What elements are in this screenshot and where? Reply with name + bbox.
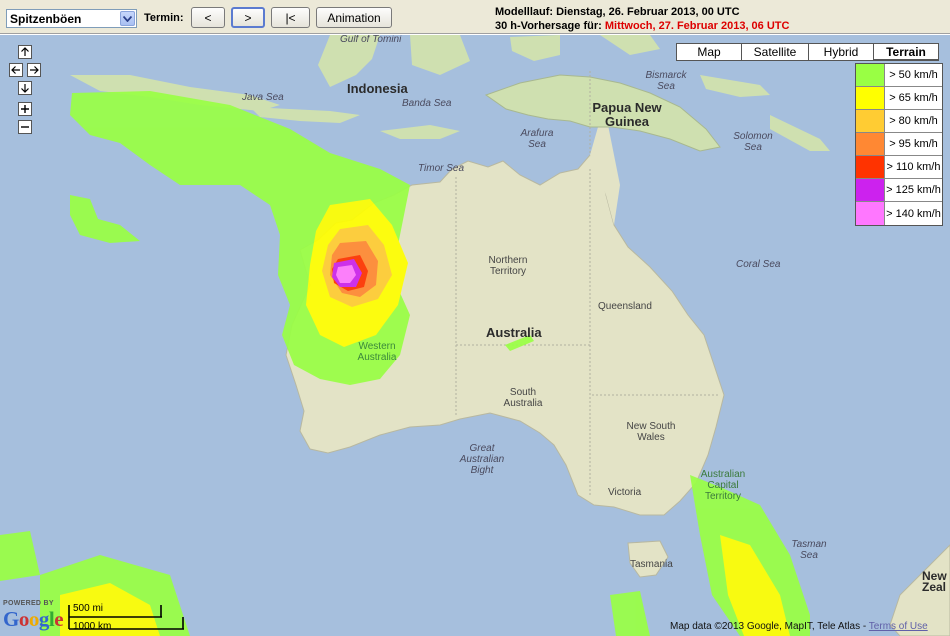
map-type-hybrid[interactable]: Hybrid (808, 43, 874, 61)
legend-label: > 125 km/h (886, 184, 941, 196)
label-timor-sea: Timor Sea (418, 163, 465, 174)
label-java-sea: Java Sea (242, 92, 284, 103)
google-logo[interactable]: POWERED BY Google (3, 600, 67, 630)
scale-km: 1000 km (73, 621, 112, 632)
label-banda-sea: Banda Sea (402, 98, 452, 109)
minus-icon (21, 126, 29, 128)
first-button[interactable]: |< (271, 7, 310, 28)
map-attribution: Map data ©2013 Google, MapIT, Tele Atlas… (670, 621, 928, 632)
arrow-down-icon (21, 84, 29, 93)
map-type-satellite[interactable]: Satellite (741, 43, 809, 61)
legend-row: > 80 km/h (856, 110, 942, 133)
label-bismarck-sea: Bismarck Sea (645, 70, 687, 92)
attribution-text: Map data ©2013 Google, MapIT, Tele Atlas… (670, 621, 869, 632)
legend-label: > 80 km/h (889, 115, 938, 127)
legend-swatch (856, 202, 885, 225)
forecast-line: 30 h-Vorhersage für: Mittwoch, 27. Febru… (495, 19, 789, 33)
label-western-australia: Western Australia (357, 341, 397, 363)
legend-row: > 95 km/h (856, 133, 942, 156)
zoom-out-button[interactable] (18, 120, 32, 134)
legend-label: > 140 km/h (886, 207, 941, 220)
arrow-left-icon (11, 66, 20, 74)
pan-down-button[interactable] (18, 81, 32, 95)
label-northern-territory: Northern Territory (488, 255, 528, 277)
parameter-select[interactable]: Spitzenböen (6, 9, 137, 28)
zoom-in-button[interactable] (18, 102, 32, 116)
label-australia: Australia (486, 325, 542, 340)
label-queensland: Queensland (598, 301, 652, 312)
pan-left-button[interactable] (9, 63, 23, 77)
label-act: Australian Capital Territory (700, 469, 746, 502)
label-arafura-sea: Arafura Sea (520, 128, 554, 150)
chevron-down-icon[interactable] (120, 11, 135, 26)
model-info: Modelllauf: Dienstag, 26. Februar 2013, … (495, 5, 789, 33)
wind-gust-legend: > 50 km/h > 65 km/h > 80 km/h > 95 km/h … (855, 63, 943, 226)
scale-bar: 500 mi 1000 km (68, 601, 188, 632)
label-solomon-sea: Solomon Sea (733, 131, 773, 153)
next-button[interactable]: > (231, 7, 265, 28)
legend-swatch (856, 179, 885, 201)
pan-up-button[interactable] (18, 45, 32, 59)
plus-icon (21, 105, 29, 113)
label-new-zealand: New Zeal (922, 571, 947, 593)
legend-label: > 95 km/h (889, 138, 938, 150)
scale-miles: 500 mi (73, 603, 104, 614)
legend-swatch (856, 133, 885, 155)
legend-label: > 65 km/h (889, 92, 938, 104)
map-type-terrain[interactable]: Terrain (873, 43, 939, 61)
forecast-prefix: 30 h-Vorhersage für: (495, 20, 602, 32)
label-great-australian-bight: Great Australian Bight (459, 443, 505, 476)
termin-label: Termin: (144, 12, 184, 24)
legend-swatch (856, 110, 885, 132)
label-papua-new-guinea: Papua New Guinea (592, 100, 662, 129)
label-new-south-wales: New South Wales (626, 421, 676, 443)
legend-row: > 50 km/h (856, 64, 942, 87)
animation-button[interactable]: Animation (316, 7, 392, 28)
label-tasmania: Tasmania (630, 559, 673, 570)
label-indonesia: Indonesia (347, 81, 408, 96)
forecast-date: Mittwoch, 27. Februar 2013, 06 UTC (604, 20, 790, 32)
legend-swatch (856, 64, 885, 86)
legend-row: > 140 km/h (856, 202, 942, 225)
label-victoria: Victoria (608, 487, 642, 498)
terms-of-use-link[interactable]: Terms of Use (869, 621, 928, 632)
map-type-selector: Map Satellite Hybrid Terrain (676, 43, 939, 61)
pan-right-button[interactable] (27, 63, 41, 77)
legend-row: > 125 km/h (856, 179, 942, 202)
toolbar: Spitzenböen Termin: < > |< Animation Mod… (0, 0, 950, 34)
arrow-up-icon (21, 47, 29, 56)
label-gulf-tomini: Gulf of Tomini (340, 35, 402, 45)
label-coral-sea: Coral Sea (736, 259, 781, 270)
legend-label: > 110 km/h (886, 161, 941, 173)
arrow-right-icon (30, 66, 39, 74)
legend-row: > 65 km/h (856, 87, 942, 110)
legend-row: > 110 km/h (856, 156, 942, 179)
previous-button[interactable]: < (191, 7, 225, 28)
map-canvas[interactable]: Gulf of Tomini Indonesia Java Sea Banda … (0, 35, 950, 636)
parameter-select-value: Spitzenböen (10, 12, 82, 26)
model-run-text: Modelllauf: Dienstag, 26. Februar 2013, … (495, 6, 740, 18)
map-type-map[interactable]: Map (676, 43, 742, 61)
legend-label: > 50 km/h (889, 69, 938, 81)
label-south-australia: South Australia (503, 387, 543, 409)
legend-swatch (856, 156, 885, 178)
label-tasman-sea: Tasman Sea (791, 539, 827, 561)
legend-swatch (856, 87, 885, 109)
google-wordmark: Google (3, 607, 64, 631)
